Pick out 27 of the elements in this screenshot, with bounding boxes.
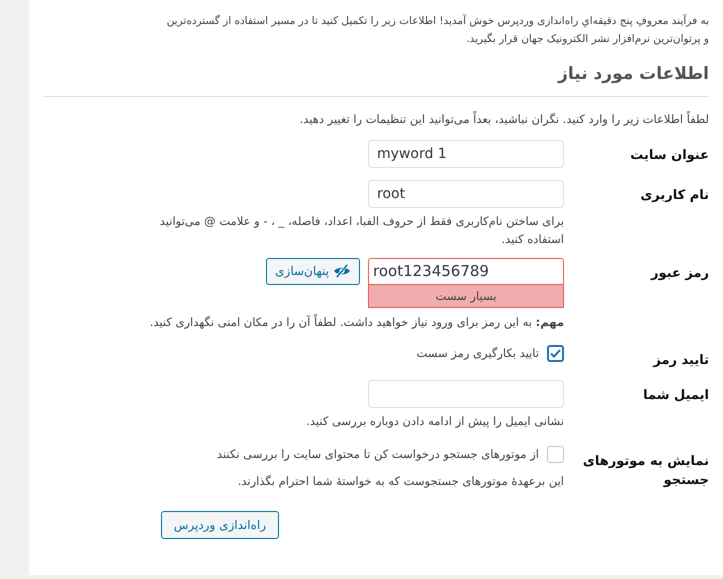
hide-password-button[interactable]: پنهان‌سازی: [266, 258, 360, 285]
field-label: نام کاربری: [639, 186, 709, 205]
checkbox-label: از موتورهای جستجو درخواست کن تا محتوای سایت را بررسی نکنند: [216, 446, 539, 463]
lead-text: لطفاً اطلاعات زیر را وارد کنید. نگران نباشید، بعداً می‌توانید این تنظیمات را تغییر دهید.: [298, 110, 709, 128]
checkbox[interactable]: [547, 446, 564, 464]
text-field[interactable]: [368, 380, 564, 408]
strength-meter: بسیار سست: [368, 284, 564, 308]
checkbox-label: تایید بکارگیری رمز سست: [416, 345, 539, 362]
field-label: رمز عبور: [650, 264, 709, 283]
checkbox[interactable]: [547, 345, 564, 362]
hint-text: برای ساختن نام‌کاربری فقط از حروف الفبا، اعداد، فاصله، _ ، - و علامت @ می‌توانید استفاده کنید.: [158, 212, 564, 248]
field-label: عنوان سایت: [629, 146, 709, 165]
hint-text: این برعهدهٔ موتورهای جستجوست که به خواستهٔ شما احترام بگذارند.: [236, 473, 564, 490]
text-field[interactable]: root: [368, 180, 564, 208]
password-note: مهم: به این رمز برای ورود نیاز خواهید داشت. لطفاً آن را در مکان امنی نگهداری کنید.: [150, 314, 564, 331]
field-label: تایید رمز: [652, 352, 709, 370]
field-label: نمایش به موتورهای جستجو: [582, 453, 709, 490]
section-heading: اطلاعات مورد نیاز: [43, 62, 709, 96]
check-icon: [550, 349, 561, 358]
intro-text: به فرآیند معروفِ پنج دقیقه‌ایِ راه‌اندازی وردپرس خوش آمدید! اطلاعات زیر را تکمیل کنید تا در مسیر استفاده از گسترده‌ترین: [166, 13, 709, 30]
eye-slash-icon: [333, 264, 351, 278]
install-button[interactable]: راه‌اندازی وردپرس: [160, 510, 279, 538]
text-field[interactable]: myword 1: [368, 140, 564, 168]
hint-text: نشانی ایمیل را پیش از ادامه دادن دوباره بررسی کنید.: [305, 413, 564, 430]
field-label: ایمیل شما: [642, 387, 709, 405]
intro-text: و پرتوان‌ترین نرم‌افزار نشر الکترونیک جهان قرار بگیرید.: [465, 32, 709, 47]
password-field[interactable]: root123456789: [368, 258, 564, 285]
